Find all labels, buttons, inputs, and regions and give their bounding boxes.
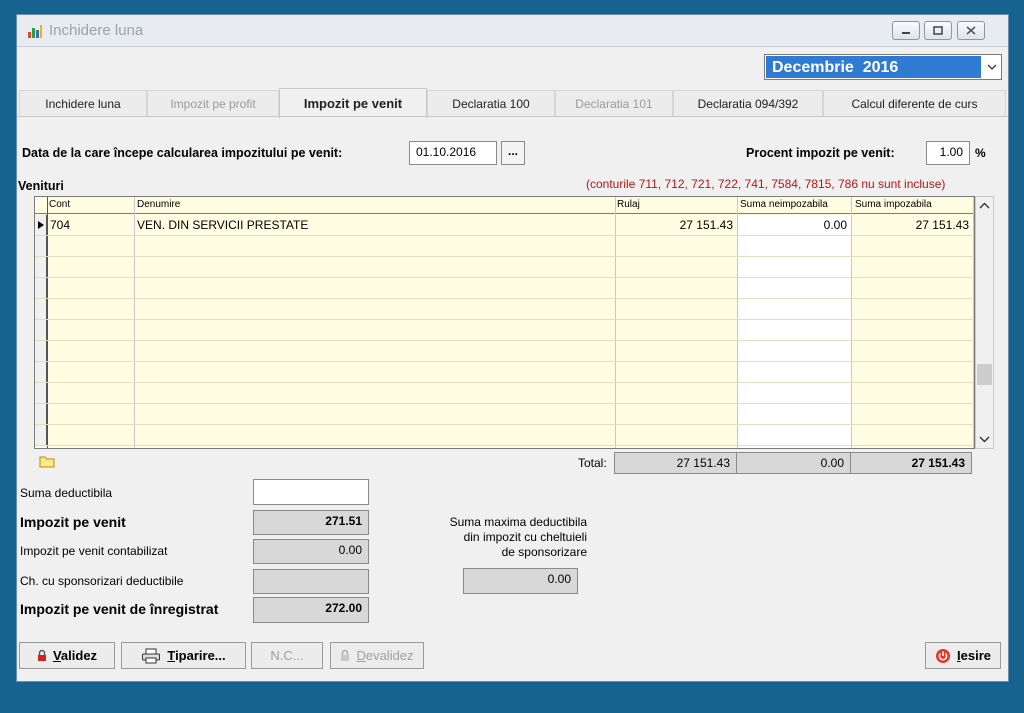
tab-divider [17, 116, 1008, 117]
table-row[interactable] [35, 257, 974, 278]
lock-icon [341, 649, 350, 661]
start-date-label: Data de la care începe calcularea impozi… [22, 146, 343, 160]
app-chart-icon [28, 25, 42, 38]
tab-declaratia-101[interactable]: Declaratia 101 [555, 90, 673, 117]
revenues-grid[interactable]: Cont Denumire Rulaj Suma neimpozabila Su… [34, 196, 975, 449]
revenues-excluded-note: (conturile 711, 712, 721, 722, 741, 7584… [586, 177, 946, 191]
percent-field[interactable]: 1.00 [926, 141, 970, 165]
max-deductibila-line-2: din impozit cu cheltuieli [463, 530, 587, 544]
cell-cont: 704 [50, 218, 71, 232]
impozit-venit-label: Impozit pe venit [20, 514, 126, 530]
printer-icon [142, 648, 161, 663]
impozit-de-inregistrat-label: Impozit pe venit de înregistrat [20, 601, 219, 617]
devalidez-hotkey: D [356, 648, 366, 663]
sponsorizari-value [253, 569, 369, 594]
chevron-down-icon[interactable] [982, 55, 1001, 79]
table-row[interactable] [35, 383, 974, 404]
tab-calcul-diferente[interactable]: Calcul diferente de curs [823, 90, 1006, 117]
col-header-neimpozabila[interactable]: Suma neimpozabila [740, 199, 828, 210]
table-row[interactable]: 704 VEN. DIN SERVICII PRESTATE 27 151.43… [35, 215, 974, 236]
lock-icon [37, 649, 46, 661]
minimize-icon [902, 31, 910, 34]
scroll-up-icon[interactable] [976, 199, 993, 213]
tab-declaratia-094-392[interactable]: Declaratia 094/392 [673, 90, 823, 117]
col-header-denumire[interactable]: Denumire [137, 199, 180, 210]
col-header-rulaj[interactable]: Rulaj [617, 199, 640, 210]
suma-deductibila-label: Suma deductibila [20, 486, 113, 500]
total-label: Total: [578, 456, 607, 470]
suma-deductibila-field[interactable] [253, 479, 369, 505]
close-icon [966, 26, 976, 35]
start-date-field[interactable]: 01.10.2016 [409, 141, 497, 165]
scroll-thumb[interactable] [977, 364, 992, 385]
percent-label: Procent impozit pe venit: [746, 146, 895, 160]
window-title: Inchidere luna [49, 22, 144, 39]
tiparire-label: iparire... [175, 648, 226, 663]
cell-impozabila: 27 151.43 [915, 218, 969, 232]
main-window: Inchidere luna Decembrie 2016 Inchidere … [16, 14, 1009, 682]
devalidez-label: evalidez [365, 648, 414, 663]
date-picker-button[interactable]: ... [501, 141, 525, 165]
grid-header: Cont Denumire Rulaj Suma neimpozabila Su… [35, 197, 974, 214]
impozit-contabilizat-value: 0.00 [253, 539, 369, 564]
iesire-button[interactable]: Iesire [925, 642, 1001, 669]
tab-impozit-profit[interactable]: Impozit pe profit [147, 90, 279, 117]
table-row[interactable] [35, 404, 974, 425]
iesire-label: esire [960, 648, 991, 663]
tab-declaratia-100[interactable]: Declaratia 100 [427, 90, 555, 117]
devalidez-button[interactable]: Devalidez [330, 642, 424, 669]
maximize-button[interactable] [924, 21, 952, 40]
close-window-button[interactable] [957, 21, 985, 40]
table-row[interactable] [35, 320, 974, 341]
cell-denumire: VEN. DIN SERVICII PRESTATE [137, 218, 309, 232]
impozit-de-inregistrat-value: 272.00 [253, 597, 369, 623]
max-deductibila-line-1: Suma maxima deductibila [449, 515, 587, 529]
tab-impozit-venit[interactable]: Impozit pe venit [279, 88, 427, 118]
tiparire-hotkey: T [167, 648, 176, 663]
validez-hotkey: V [52, 648, 61, 663]
period-select-value: Decembrie 2016 [766, 56, 981, 78]
percent-unit: % [975, 146, 986, 160]
nc-label: N.C... [270, 648, 304, 663]
max-deductibila-line-3: de sponsorizare [501, 545, 587, 559]
max-deductibila-label: Suma maxima deductibila din impozit cu c… [417, 515, 587, 560]
scroll-down-icon[interactable] [976, 432, 993, 446]
nc-button[interactable]: N.C... [251, 642, 323, 669]
tiparire-button[interactable]: Tiparire... [121, 642, 246, 669]
total-impozabila: 27 151.43 [850, 452, 972, 474]
table-row[interactable] [35, 362, 974, 383]
validez-button[interactable]: Validez [19, 642, 115, 669]
title-bar: Inchidere luna [17, 15, 1008, 47]
period-bar: Decembrie 2016 [17, 48, 1008, 88]
impozit-contabilizat-label: Impozit pe venit contabilizat [20, 544, 168, 558]
col-header-cont[interactable]: Cont [49, 199, 70, 210]
impozit-venit-value: 271.51 [253, 510, 369, 535]
maximize-icon [933, 26, 943, 35]
table-row[interactable] [35, 299, 974, 320]
tab-inchidere-luna[interactable]: Inchidere luna [19, 90, 147, 117]
minimize-button[interactable] [892, 21, 920, 40]
power-icon [936, 648, 950, 663]
total-neimpozabila: 0.00 [736, 452, 851, 474]
tab-bar: Inchidere luna Impozit pe profit Impozit… [17, 88, 1008, 118]
grid-vertical-scrollbar[interactable] [975, 196, 994, 449]
revenues-title: Venituri [18, 179, 64, 193]
table-row[interactable] [35, 278, 974, 299]
total-rulaj: 27 151.43 [614, 452, 737, 474]
period-select[interactable]: Decembrie 2016 [764, 54, 1002, 80]
validez-label: alidez [60, 648, 98, 663]
folder-icon[interactable] [39, 454, 55, 468]
cell-rulaj: 27 151.43 [679, 218, 733, 232]
table-row[interactable] [35, 341, 974, 362]
col-header-impozabila[interactable]: Suma impozabila [855, 199, 932, 210]
sponsorizari-label: Ch. cu sponsorizari deductibile [20, 574, 184, 588]
table-row[interactable] [35, 425, 974, 446]
table-row[interactable] [35, 236, 974, 257]
cell-neimpozabila: 0.00 [823, 218, 847, 232]
max-deductibila-value: 0.00 [463, 568, 578, 594]
